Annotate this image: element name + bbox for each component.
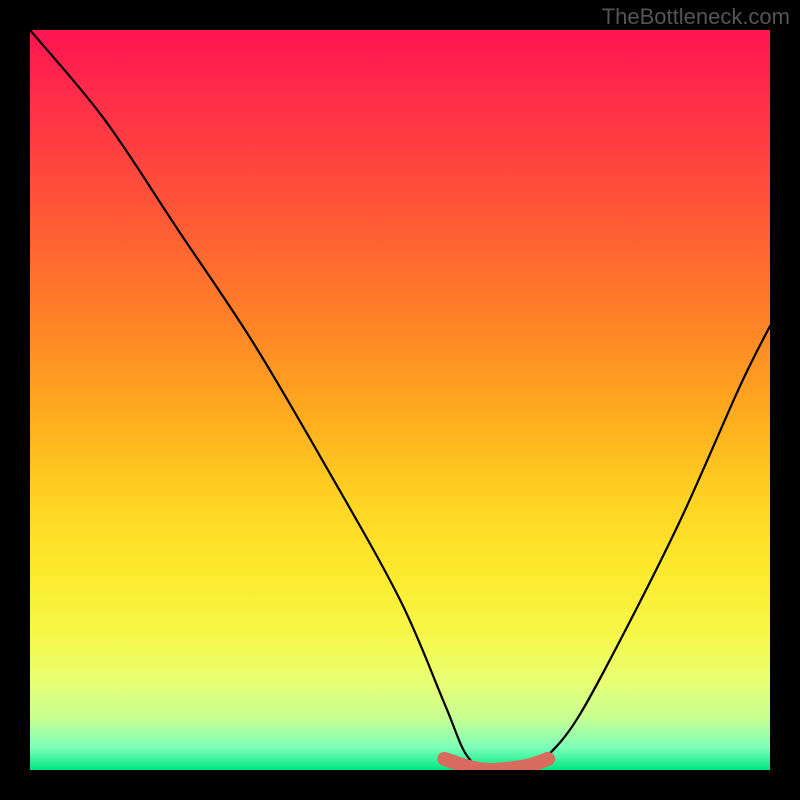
chart-curve-line	[30, 30, 770, 770]
chart-svg	[30, 30, 770, 770]
watermark-text: TheBottleneck.com	[602, 4, 790, 30]
chart-plot-area	[30, 30, 770, 770]
chart-highlight-segment	[444, 759, 548, 770]
